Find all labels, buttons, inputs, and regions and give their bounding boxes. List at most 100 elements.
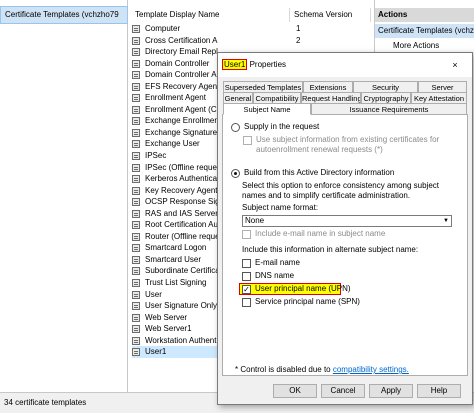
ok-button[interactable]: OK: [273, 384, 317, 398]
tree-pane: [0, 0, 128, 392]
table-row[interactable]: Computer 1: [132, 23, 368, 35]
certificate-template-icon: [132, 209, 140, 218]
status-text: 34 certificate templates: [4, 398, 87, 407]
template-name: Kerberos Authenticat: [145, 174, 218, 184]
certificate-template-icon: [132, 198, 140, 207]
tree-node-label: Certificate Templates (vchzho79: [5, 10, 119, 19]
help-button[interactable]: Help: [417, 384, 461, 398]
certificate-template-icon: [132, 302, 140, 311]
certificate-template-icon: [132, 59, 140, 68]
tab-subject-name[interactable]: Subject Name: [223, 103, 311, 115]
column-header-name[interactable]: Template Display Name: [132, 8, 290, 22]
supply-in-request-label: Supply in the request: [244, 122, 320, 131]
include-email-checkbox[interactable]: [242, 230, 251, 239]
include-email-label: Include e-mail name in subject name: [255, 229, 386, 238]
certificate-template-icon: [132, 325, 140, 334]
close-icon[interactable]: ×: [447, 57, 463, 73]
certificate-template-icon: [132, 82, 140, 91]
properties-dialog: User1 Properties × Superseded Templates …: [217, 52, 473, 405]
renewal-request-label: Use subject information from existing ce…: [256, 135, 440, 154]
chevron-down-icon: ▼: [443, 218, 449, 224]
alt-subject-label: Include this information in alternate su…: [242, 245, 419, 254]
certificate-template-icon: [132, 25, 140, 33]
certificate-template-icon: [132, 313, 140, 322]
renewal-request-checkbox[interactable]: [243, 136, 252, 145]
certificate-template-icon: [132, 105, 140, 114]
certificate-template-icon: [132, 163, 140, 172]
template-name: Enrollment Agent: [145, 93, 206, 103]
template-name: User Signature Only: [145, 301, 218, 311]
template-name: Web Server1: [145, 324, 192, 334]
template-name: IPSec (Offline reques: [145, 162, 218, 172]
dialog-title: User1 Properties: [222, 59, 287, 70]
template-name: Directory Email Replication: [145, 47, 218, 57]
certificate-template-icon: [132, 175, 140, 184]
certificate-template-icon: [132, 117, 140, 126]
footnote-text: * Control is disabled due to: [235, 365, 333, 374]
upn-label: User principal name (UPN): [255, 284, 351, 293]
footnote: * Control is disabled due to compatibili…: [235, 365, 409, 375]
template-name: Subordinate Certificat: [145, 266, 218, 276]
certificate-template-icon: [132, 232, 140, 241]
build-from-ad-radio[interactable]: [231, 169, 240, 178]
template-name: Trust List Signing: [145, 278, 207, 288]
template-name: Computer: [145, 24, 181, 33]
template-name: Web Server: [145, 312, 188, 322]
dns-name-label: DNS name: [255, 271, 295, 280]
template-name: Exchange Signature O: [145, 127, 218, 137]
template-name: Exchange Enrollment: [145, 116, 218, 126]
email-name-checkbox[interactable]: [242, 259, 251, 268]
certificate-template-icon: [132, 244, 140, 253]
template-name: Domain Controller Au: [145, 70, 218, 80]
apply-button[interactable]: Apply: [369, 384, 413, 398]
schema-version: 1: [296, 24, 301, 33]
upn-checkbox[interactable]: ✓: [242, 285, 251, 294]
spn-checkbox[interactable]: [242, 298, 251, 307]
build-from-ad-label: Build from this Active Directory informa…: [244, 168, 395, 177]
template-name: Root Certification Au: [145, 220, 218, 230]
certificate-template-icon: [132, 140, 140, 149]
template-name: Cross Certification Authority: [145, 35, 218, 45]
subject-name-panel: Supply in the request Use subject inform…: [222, 114, 468, 376]
certificate-template-icon: [132, 152, 140, 161]
subject-format-value: None: [245, 216, 265, 225]
build-from-ad-description: Select this option to enforce consistenc…: [242, 181, 439, 200]
spn-label: Service principal name (SPN): [255, 297, 360, 306]
dialog-title-template-name: User1: [222, 59, 248, 70]
actions-context-header[interactable]: Certificate Templates (vchzho79: [375, 24, 474, 38]
column-header-label: Schema Version: [294, 10, 353, 19]
dialog-title-suffix: Properties: [247, 60, 287, 69]
supply-in-request-radio[interactable]: [231, 123, 240, 132]
compatibility-settings-link[interactable]: compatibility settings.: [333, 365, 409, 374]
template-name: Smartcard Logon: [145, 243, 207, 253]
email-name-label: E-mail name: [255, 258, 300, 267]
template-name: Smartcard User: [145, 254, 202, 264]
schema-version: 2: [296, 35, 301, 45]
template-name: EFS Recovery Agent: [145, 81, 218, 91]
certificate-template-icon: [132, 279, 140, 288]
certificate-template-icon: [132, 48, 140, 57]
template-name: IPSec: [145, 151, 167, 161]
column-header-label: Template Display Name: [135, 10, 220, 19]
certificate-template-icon: [132, 255, 140, 264]
certificate-template-icon: [132, 128, 140, 137]
certificate-template-icon: [132, 94, 140, 103]
template-name: OCSP Response Signi: [145, 197, 218, 207]
subject-format-label: Subject name format:: [242, 203, 319, 212]
column-header-schema[interactable]: Schema Version: [291, 8, 371, 22]
more-actions-link[interactable]: More Actions: [393, 40, 439, 52]
template-name: User1: [145, 347, 167, 357]
subject-format-select[interactable]: None ▼: [242, 215, 452, 227]
dns-name-checkbox[interactable]: [242, 272, 251, 281]
cancel-button[interactable]: Cancel: [321, 384, 365, 398]
certificate-template-icon: [132, 71, 140, 80]
template-name: Exchange User: [145, 139, 200, 149]
table-row[interactable]: Cross Certification Authority 2: [132, 35, 368, 47]
template-name: User: [145, 289, 162, 299]
template-name: Router (Offline reque: [145, 231, 218, 241]
tree-node-certificate-templates[interactable]: Certificate Templates (vchzho79: [0, 6, 128, 24]
certificate-template-icon: [132, 267, 140, 276]
certificate-template-icon: [132, 336, 140, 345]
dialog-title-bar[interactable]: User1 Properties ×: [218, 53, 472, 77]
certificate-template-icon: [132, 221, 140, 230]
